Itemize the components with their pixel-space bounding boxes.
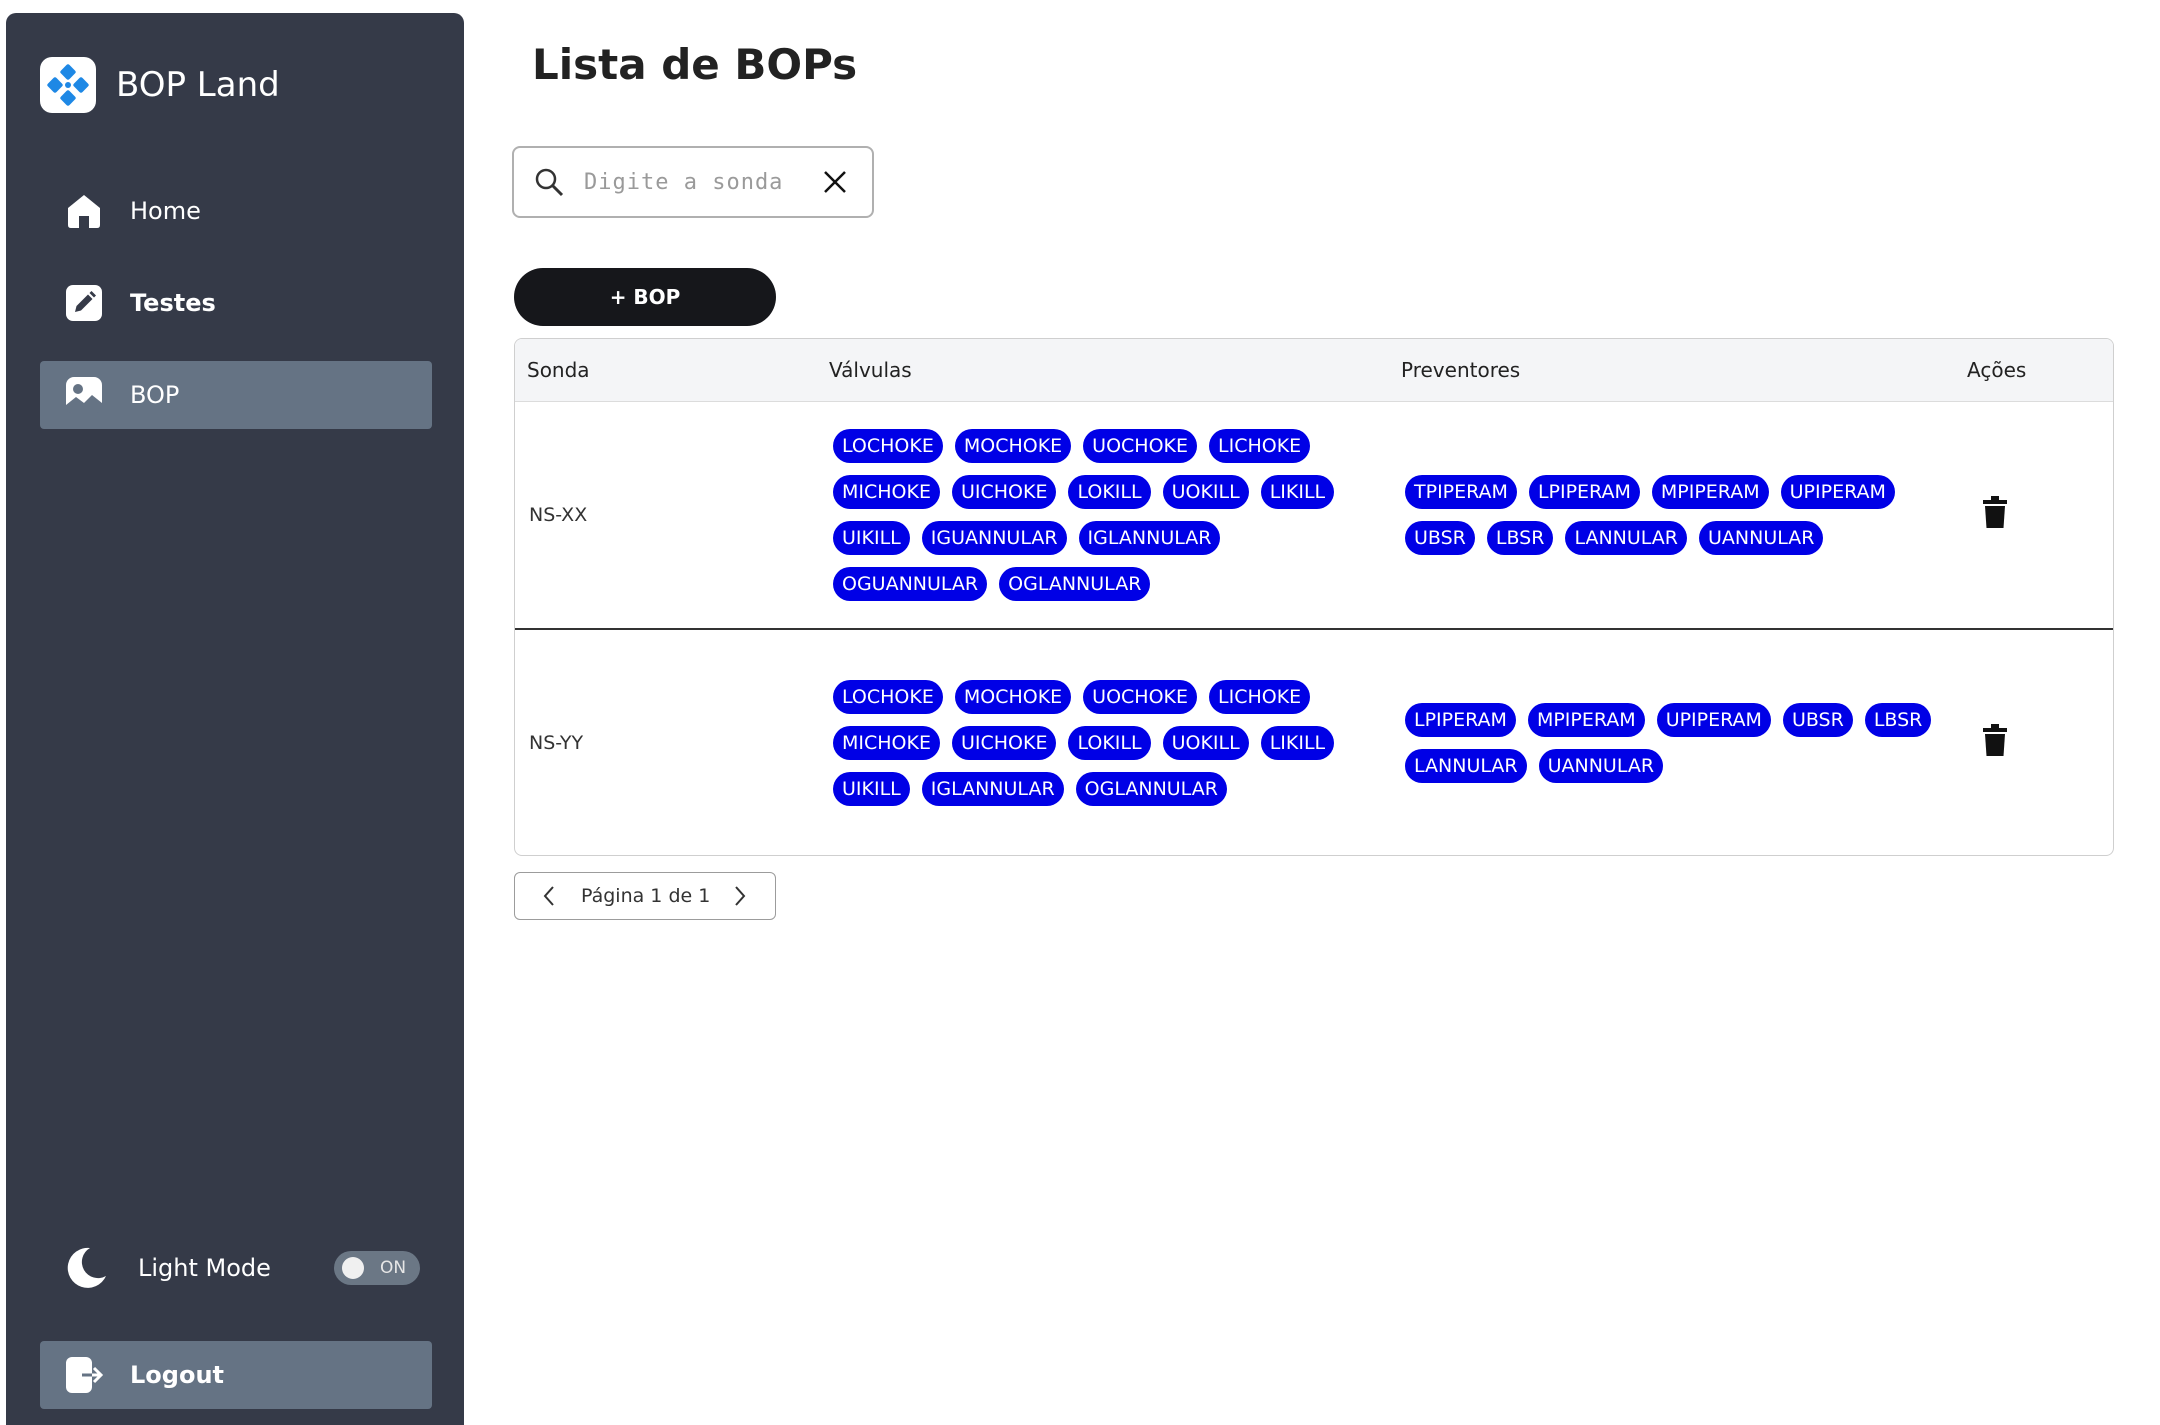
logout-label: Logout [130,1361,225,1389]
tag-chip: LPIPERAM [1528,474,1640,509]
tag-chip: UICHOKE [951,725,1057,760]
column-header-acoes[interactable]: Ações [1955,339,2113,402]
trash-icon[interactable] [1981,723,2009,757]
table-row[interactable]: NS-XX LOCHOKE MOCHOKE UOCHOKE LICHOKE MICHOK… [515,401,2113,629]
edit-icon [64,283,104,323]
tag-chip: UIKILL [833,520,910,555]
sidebar-item-label: Testes [130,289,216,317]
diamond-grid-icon [40,57,96,113]
tag-chip: UPIPERAM [1780,474,1895,509]
tag-chip: UOCHOKE [1083,428,1198,463]
search-input[interactable] [584,169,804,195]
sidebar-item-label: BOP [130,381,180,409]
tag-chip: UOKILL [1162,725,1249,760]
tag-chip: UPIPERAM [1656,702,1771,737]
tag-chip: UOCHOKE [1083,679,1198,714]
sidebar-item-home[interactable]: Home [40,177,432,245]
image-icon [64,375,104,415]
tag-chip: MPIPERAM [1527,702,1645,737]
sidebar-item-testes[interactable]: Testes [40,269,432,337]
light-mode-row: Light Mode ON [40,1238,432,1298]
tag-chip: LOKILL [1068,725,1151,760]
column-header-sonda[interactable]: Sonda [515,339,817,402]
home-icon [64,191,104,231]
tag-chip: UBSR [1782,702,1853,737]
valvulas-chips: LOCHOKE MOCHOKE UOCHOKE LICHOKE MICHOKE UICHO… [831,423,1389,607]
preventores-cell: LPIPERAM MPIPERAM UPIPERAM UBSR LBSR LANNULAR… [1389,629,1955,855]
chevron-right-icon[interactable] [726,883,752,909]
light-mode-label: Light Mode [138,1254,271,1282]
tag-chip: LICHOKE [1209,428,1311,463]
trash-icon[interactable] [1981,495,2009,529]
actions-cell [1955,629,2113,855]
tag-chip: LICHOKE [1209,679,1311,714]
tag-chip: LANNULAR [1565,520,1688,555]
tag-chip: IGLANNULAR [1078,520,1221,555]
page-info: Página 1 de 1 [581,885,711,907]
bop-table: Sonda Válvulas Preventores Ações NS-XX L… [514,338,2114,856]
sonda-cell: NS-XX [529,503,588,526]
valvulas-cell: LOCHOKE MOCHOKE UOCHOKE LICHOKE MICHOKE UICHO… [817,401,1389,629]
sidebar: BOP Land Home Testes BOP Light Mode ON L… [6,13,464,1425]
tag-chip: OGUANNULAR [833,566,988,601]
sidebar-item-label: Home [130,197,201,225]
tag-chip: MOCHOKE [954,428,1072,463]
toggle-knob [342,1257,364,1279]
sidebar-item-bop[interactable]: BOP [40,361,432,429]
search-icon [535,168,564,197]
preventores-cell: TPIPERAM LPIPERAM MPIPERAM UPIPERAM UBSR LBSR… [1389,401,1955,629]
tag-chip: UIKILL [833,771,910,806]
tag-chip: LOCHOKE [833,679,943,714]
tag-chip: IGUANNULAR [921,520,1067,555]
brand-name: BOP Land [116,65,280,105]
valvulas-cell: LOCHOKE MOCHOKE UOCHOKE LICHOKE MICHOKE UICHO… [817,629,1389,855]
app-root: BOP Land Home Testes BOP Light Mode ON L… [0,0,2160,1425]
preventores-chips: TPIPERAM LPIPERAM MPIPERAM UPIPERAM UBSR LBSR… [1403,469,1955,561]
chevron-left-icon[interactable] [537,883,563,909]
toggle-state-text: ON [380,1258,407,1278]
tag-chip: UBSR [1405,520,1475,555]
table-header-row: Sonda Válvulas Preventores Ações [515,339,2113,402]
valvulas-chips: LOCHOKE MOCHOKE UOCHOKE LICHOKE MICHOKE UICHO… [831,674,1389,812]
tag-chip: OGLANNULAR [1075,771,1227,806]
column-header-valvulas[interactable]: Válvulas [817,339,1389,402]
tag-chip: TPIPERAM [1405,474,1517,509]
close-icon[interactable] [818,165,852,199]
brand[interactable]: BOP Land [40,57,280,113]
tag-chip: LOCHOKE [833,428,943,463]
page-title: Lista de BOPs [532,40,858,89]
sonda-cell: NS-YY [529,731,584,754]
tag-chip: UOKILL [1162,474,1249,509]
logout-icon [64,1355,104,1395]
tag-chip: LANNULAR [1405,748,1527,783]
preventores-chips: LPIPERAM MPIPERAM UPIPERAM UBSR LBSR LANNULAR… [1403,697,1955,789]
pagination: Página 1 de 1 [514,872,776,920]
tag-chip: LPIPERAM [1405,702,1516,737]
tag-chip: UICHOKE [951,474,1057,509]
tag-chip: MICHOKE [833,725,940,760]
tag-chip: LIKILL [1260,725,1335,760]
actions-cell [1955,401,2113,629]
search-box [512,146,874,218]
theme-toggle[interactable]: ON [334,1251,420,1285]
tag-chip: LOKILL [1068,474,1151,509]
tag-chip: OGLANNULAR [999,566,1151,601]
column-header-preventores[interactable]: Preventores [1389,339,1955,402]
tag-chip: LIKILL [1260,474,1335,509]
tag-chip: UANNULAR [1699,520,1824,555]
moon-icon [62,1245,108,1291]
tag-chip: LBSR [1486,520,1554,555]
table-row[interactable]: NS-YY LOCHOKE MOCHOKE UOCHOKE LICHOKE MICHOK… [515,629,2113,855]
tag-chip: MPIPERAM [1651,474,1769,509]
tag-chip: UANNULAR [1538,748,1664,783]
add-bop-button[interactable]: + BOP [514,268,776,326]
logout-button[interactable]: Logout [40,1341,432,1409]
tag-chip: MICHOKE [833,474,940,509]
main-content: Lista de BOPs + BOP Sonda Válvulas [464,0,2160,1425]
tag-chip: IGLANNULAR [921,771,1064,806]
tag-chip: LBSR [1864,702,1932,737]
tag-chip: MOCHOKE [954,679,1072,714]
